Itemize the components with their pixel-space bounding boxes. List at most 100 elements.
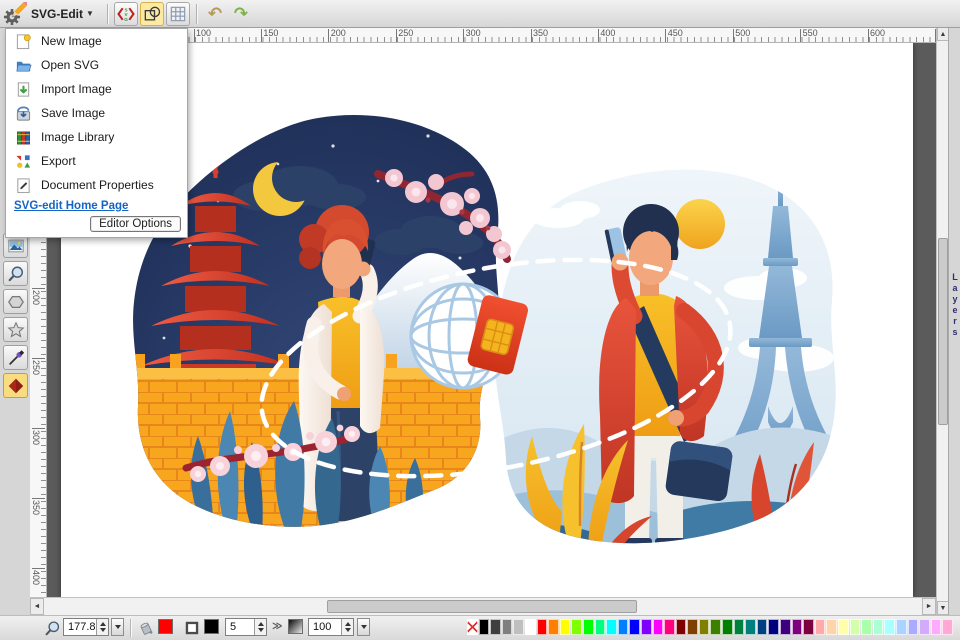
eyedropper-tool-button[interactable] bbox=[3, 345, 28, 370]
palette-swatch[interactable] bbox=[896, 619, 907, 635]
palette-swatch[interactable] bbox=[850, 619, 861, 635]
palette-swatch[interactable] bbox=[490, 619, 501, 635]
opacity-spinner[interactable]: 100 bbox=[308, 618, 354, 636]
palette-swatch[interactable] bbox=[734, 619, 745, 635]
svg-edit-home-page-link[interactable]: SVG-edit Home Page bbox=[14, 200, 187, 212]
palette-swatch[interactable] bbox=[676, 619, 687, 635]
polygon-tool-button[interactable] bbox=[3, 289, 28, 314]
menu-item-document-properties[interactable]: Document Properties bbox=[6, 173, 187, 197]
zoom-tool-button[interactable] bbox=[3, 261, 28, 286]
palette-swatch[interactable] bbox=[757, 619, 768, 635]
horizontal-scroll-thumb[interactable] bbox=[327, 600, 637, 613]
palette-swatch[interactable] bbox=[873, 619, 884, 635]
stroke-width-value[interactable]: 5 bbox=[226, 621, 254, 633]
menu-item-image-library[interactable]: Image Library bbox=[6, 125, 187, 149]
menu-item-new-image[interactable]: New Image bbox=[6, 29, 187, 53]
palette-swatch[interactable] bbox=[942, 619, 953, 635]
editor-options-button[interactable]: Editor Options bbox=[90, 216, 181, 232]
eyedropper-icon bbox=[7, 349, 25, 367]
svg-canvas[interactable] bbox=[61, 43, 913, 597]
opacity-dropdown[interactable] bbox=[357, 618, 370, 636]
palette-swatch[interactable] bbox=[908, 619, 919, 635]
wireframe-mode-button[interactable] bbox=[140, 2, 164, 26]
palette-swatch[interactable] bbox=[815, 619, 826, 635]
palette-swatch[interactable] bbox=[641, 619, 652, 635]
palette-swatch[interactable] bbox=[768, 619, 779, 635]
palette-swatch[interactable] bbox=[745, 619, 756, 635]
grid-button[interactable] bbox=[166, 2, 190, 26]
menu-item-label: Document Properties bbox=[41, 178, 154, 192]
stroke-width-stepper[interactable] bbox=[254, 619, 266, 635]
ruler-label: 200 bbox=[31, 290, 41, 305]
palette-swatch[interactable] bbox=[687, 619, 698, 635]
palette-swatch[interactable] bbox=[571, 619, 582, 635]
menu-item-import-image[interactable]: Import Image bbox=[6, 77, 187, 101]
palette-swatch[interactable] bbox=[548, 619, 559, 635]
palette-swatch[interactable] bbox=[479, 619, 490, 635]
undo-button[interactable]: ↶ bbox=[203, 2, 227, 26]
palette-swatch[interactable] bbox=[664, 619, 675, 635]
redo-button[interactable]: ↷ bbox=[229, 2, 253, 26]
palette-swatch[interactable] bbox=[803, 619, 814, 635]
shape-library-tool-button[interactable] bbox=[3, 373, 28, 398]
palette-swatch[interactable] bbox=[525, 619, 536, 635]
vertical-scroll-thumb[interactable] bbox=[938, 238, 948, 425]
palette-swatch[interactable] bbox=[502, 619, 513, 635]
ruler-label: 400 bbox=[600, 28, 615, 38]
palette-swatch[interactable] bbox=[513, 619, 524, 635]
svg-edit-logo-icon[interactable] bbox=[3, 2, 27, 26]
zoom-stepper[interactable] bbox=[96, 619, 108, 635]
opacity-value[interactable]: 100 bbox=[309, 621, 341, 633]
ruler-major-tick bbox=[665, 29, 666, 42]
ruler-label: 250 bbox=[398, 28, 413, 38]
palette-swatch[interactable] bbox=[699, 619, 710, 635]
ruler-major-tick bbox=[598, 29, 599, 42]
diamond-shape-icon bbox=[7, 377, 25, 395]
fill-color-swatch[interactable] bbox=[158, 619, 173, 634]
export-icon bbox=[15, 153, 32, 170]
ruler-label: 250 bbox=[31, 360, 41, 375]
menu-item-save-image[interactable]: Save Image bbox=[6, 101, 187, 125]
palette-swatch[interactable] bbox=[838, 619, 849, 635]
zoom-presets-dropdown[interactable] bbox=[111, 618, 124, 636]
palette-swatch[interactable] bbox=[606, 619, 617, 635]
palette-swatch[interactable] bbox=[861, 619, 872, 635]
palette-swatch[interactable] bbox=[629, 619, 640, 635]
palette-swatch-none[interactable] bbox=[467, 619, 478, 635]
palette-swatch[interactable] bbox=[884, 619, 895, 635]
palette-swatch[interactable] bbox=[931, 619, 942, 635]
overlapping-shapes-icon bbox=[142, 4, 162, 24]
palette-swatch[interactable] bbox=[595, 619, 606, 635]
palette-swatch[interactable] bbox=[653, 619, 664, 635]
palette-swatch[interactable] bbox=[618, 619, 629, 635]
zoom-level-spinner[interactable]: 177.8 bbox=[63, 618, 109, 636]
scroll-right-arrow[interactable]: ► bbox=[922, 598, 936, 615]
zoom-level-value[interactable]: 177.8 bbox=[64, 621, 96, 633]
palette-swatch[interactable] bbox=[537, 619, 548, 635]
chevron-down-icon bbox=[361, 625, 367, 629]
menu-item-export[interactable]: Export bbox=[6, 149, 187, 173]
stroke-color-swatch[interactable] bbox=[204, 619, 219, 634]
palette-swatch[interactable] bbox=[583, 619, 594, 635]
palette-swatch[interactable] bbox=[560, 619, 571, 635]
more-stroke-options-icon[interactable]: ≫ bbox=[272, 621, 282, 632]
palette-swatch[interactable] bbox=[780, 619, 791, 635]
canvas-drawing-travelers-illustration[interactable] bbox=[128, 106, 838, 551]
opacity-stepper[interactable] bbox=[341, 619, 353, 635]
ruler-major-tick bbox=[32, 428, 45, 429]
stroke-width-spinner[interactable]: 5 bbox=[225, 618, 267, 636]
app-menu-label[interactable]: SVG-Edit bbox=[31, 7, 83, 21]
star-icon bbox=[7, 321, 25, 339]
palette-swatch[interactable] bbox=[792, 619, 803, 635]
layers-panel-tab[interactable]: Layers bbox=[948, 27, 960, 615]
scroll-left-arrow[interactable]: ◄ bbox=[30, 598, 44, 615]
star-tool-button[interactable] bbox=[3, 317, 28, 342]
toolbar-separator bbox=[196, 4, 197, 24]
source-editor-button[interactable]: S V G bbox=[114, 2, 138, 26]
palette-swatch[interactable] bbox=[722, 619, 733, 635]
palette-swatch[interactable] bbox=[826, 619, 837, 635]
palette-swatch[interactable] bbox=[919, 619, 930, 635]
horizontal-scrollbar[interactable]: ◄ ► bbox=[30, 597, 936, 615]
palette-swatch[interactable] bbox=[710, 619, 721, 635]
menu-item-open-svg[interactable]: Open SVG bbox=[6, 53, 187, 77]
